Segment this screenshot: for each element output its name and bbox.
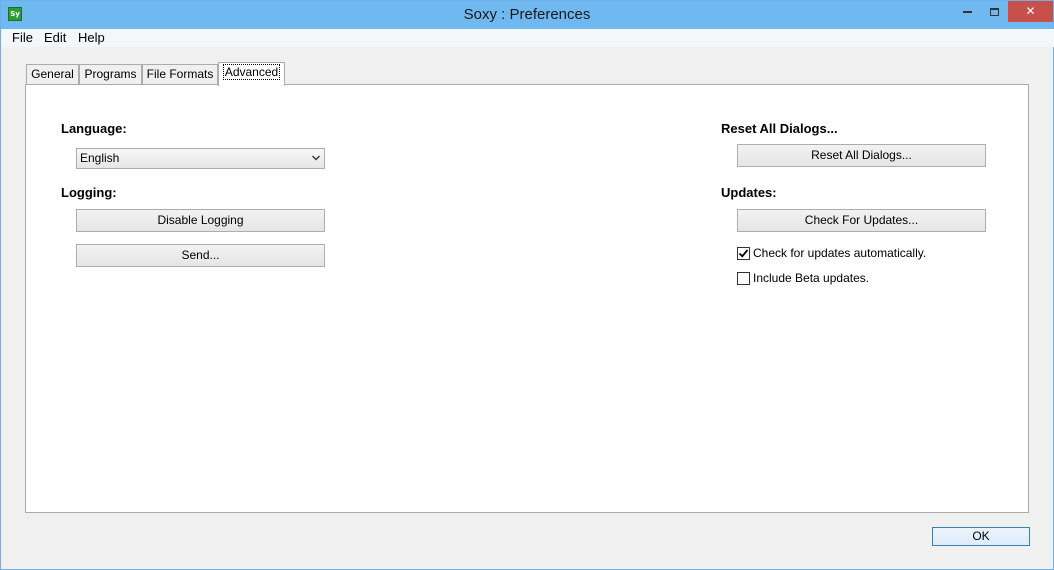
tab-file-formats[interactable]: File Formats xyxy=(142,64,218,85)
tab-general[interactable]: General xyxy=(26,64,79,85)
chevron-down-icon xyxy=(312,155,320,161)
menu-edit[interactable]: Edit xyxy=(44,30,66,45)
updates-heading: Updates: xyxy=(721,185,777,200)
beta-updates-checkbox[interactable] xyxy=(737,272,750,285)
menu-bar: File Edit Help xyxy=(2,29,1054,47)
logging-heading: Logging: xyxy=(61,185,117,200)
tab-advanced[interactable]: Advanced xyxy=(218,62,285,86)
close-button[interactable]: ✕ xyxy=(1008,1,1053,22)
reset-dialogs-heading: Reset All Dialogs... xyxy=(721,121,838,136)
preferences-window: Sy Soxy : Preferences ✕ File Edit Help G… xyxy=(0,0,1054,570)
auto-check-label[interactable]: Check for updates automatically. xyxy=(753,246,926,260)
checkmark-icon xyxy=(738,249,749,258)
tab-label: Advanced xyxy=(222,64,281,80)
tab-programs[interactable]: Programs xyxy=(79,64,142,85)
disable-logging-button[interactable]: Disable Logging xyxy=(76,209,325,232)
tab-label: File Formats xyxy=(146,67,214,81)
close-icon: ✕ xyxy=(1025,4,1036,18)
language-select[interactable]: English xyxy=(76,148,325,169)
maximize-icon xyxy=(990,7,999,16)
check-for-updates-button[interactable]: Check For Updates... xyxy=(737,209,986,232)
reset-all-dialogs-button[interactable]: Reset All Dialogs... xyxy=(737,144,986,167)
minimize-button[interactable] xyxy=(953,1,981,22)
menu-file[interactable]: File xyxy=(12,30,33,45)
beta-updates-label[interactable]: Include Beta updates. xyxy=(753,271,869,285)
title-bar[interactable]: Sy Soxy : Preferences ✕ xyxy=(1,1,1053,29)
ok-button[interactable]: OK xyxy=(932,527,1030,546)
minimize-icon xyxy=(962,10,972,13)
tab-label: General xyxy=(31,67,74,81)
advanced-panel: Language: English Logging: Disable Loggi… xyxy=(25,84,1029,513)
send-logs-button[interactable]: Send... xyxy=(76,244,325,267)
tab-label: Programs xyxy=(84,67,137,81)
maximize-button[interactable] xyxy=(981,1,1008,22)
auto-check-checkbox[interactable] xyxy=(737,247,750,260)
menu-help[interactable]: Help xyxy=(78,30,105,45)
window-title: Soxy : Preferences xyxy=(463,6,591,23)
language-selected-value: English xyxy=(80,151,120,165)
language-heading: Language: xyxy=(61,121,127,136)
